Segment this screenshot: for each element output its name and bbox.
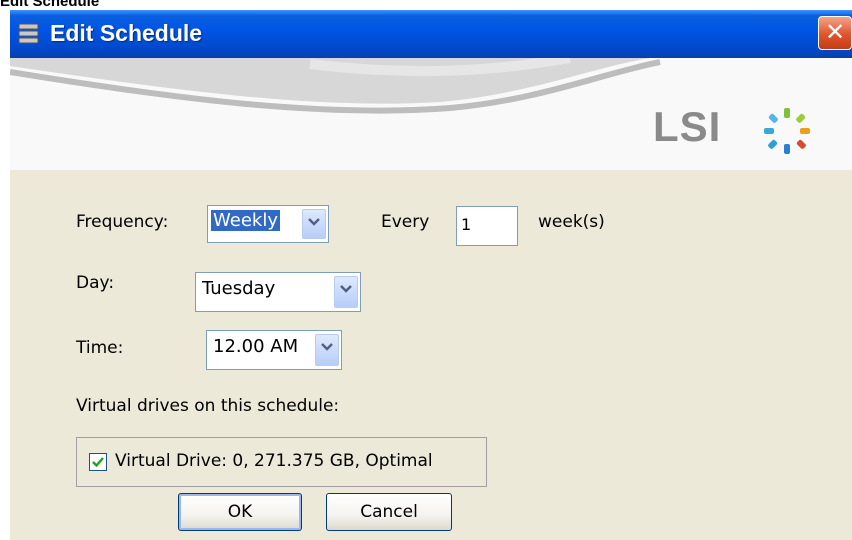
chevron-down-icon bbox=[340, 285, 352, 293]
lsi-logo-icon bbox=[764, 108, 810, 154]
top-caption: Edit Schedule bbox=[0, 0, 100, 10]
day-dropdown-button[interactable] bbox=[334, 276, 358, 308]
time-dropdown-button[interactable] bbox=[315, 334, 339, 366]
schedule-form: Frequency: Weekly Every 1 week(s) Day: T… bbox=[10, 170, 852, 540]
chevron-down-icon bbox=[321, 343, 333, 351]
virtual-drive-item[interactable]: Virtual Drive: 0, 271.375 GB, Optimal bbox=[115, 451, 433, 471]
day-value: Tuesday bbox=[202, 278, 276, 299]
frequency-value: Weekly bbox=[211, 210, 280, 231]
day-label: Day: bbox=[76, 273, 115, 293]
time-label: Time: bbox=[76, 338, 124, 358]
time-select[interactable]: 12.00 AM bbox=[206, 330, 342, 370]
chevron-down-icon bbox=[308, 218, 320, 226]
frequency-dropdown-button[interactable] bbox=[302, 209, 326, 239]
every-label: Every bbox=[381, 212, 430, 232]
close-button[interactable]: ✕ bbox=[818, 16, 852, 50]
cancel-button[interactable]: Cancel bbox=[326, 493, 452, 531]
every-input[interactable]: 1 bbox=[456, 206, 518, 246]
frequency-select[interactable]: Weekly bbox=[207, 205, 329, 243]
banner-swoosh bbox=[10, 58, 852, 114]
time-value: 12.00 AM bbox=[213, 336, 299, 357]
app-icon bbox=[18, 23, 39, 44]
virtual-drive-checkbox[interactable] bbox=[89, 453, 107, 471]
close-icon: ✕ bbox=[824, 18, 846, 46]
every-value: 1 bbox=[461, 215, 472, 234]
virtual-drive-list: Virtual Drive: 0, 271.375 GB, Optimal bbox=[76, 437, 487, 487]
title-bar[interactable]: Edit Schedule ✕ bbox=[10, 10, 852, 58]
virtual-drives-heading: Virtual drives on this schedule: bbox=[76, 396, 340, 416]
edit-schedule-dialog: Edit Schedule ✕ LSI Frequency: Weekly Ev… bbox=[10, 10, 852, 540]
window-title: Edit Schedule bbox=[50, 20, 203, 46]
day-select[interactable]: Tuesday bbox=[195, 272, 361, 312]
lsi-logo-text: LSI bbox=[653, 103, 722, 150]
header-banner: LSI bbox=[10, 58, 852, 170]
frequency-label: Frequency: bbox=[76, 212, 169, 232]
checkmark-icon bbox=[92, 457, 104, 468]
week-unit-label: week(s) bbox=[538, 212, 605, 232]
ok-button[interactable]: OK bbox=[178, 493, 302, 531]
